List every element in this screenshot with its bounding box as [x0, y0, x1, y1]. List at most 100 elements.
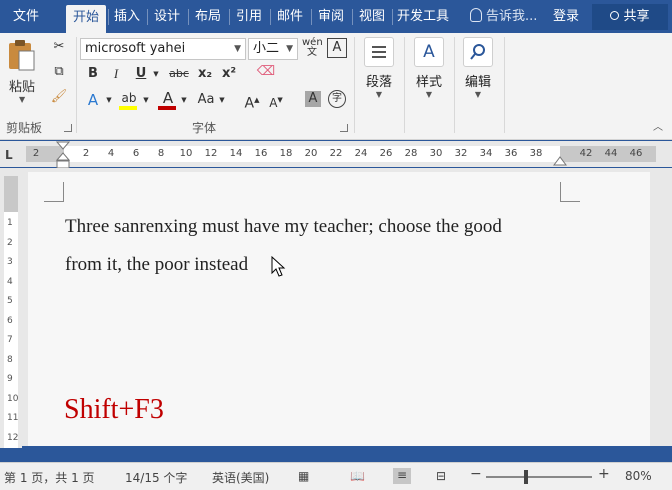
- editing-label: 编辑: [464, 75, 491, 90]
- tab-selector[interactable]: L: [5, 148, 13, 162]
- shrink-font-button[interactable]: A▼: [268, 91, 284, 112]
- word-count[interactable]: 14/15 个字: [125, 469, 187, 486]
- tab-design[interactable]: 设计: [150, 6, 184, 28]
- language-indicator[interactable]: 英语(美国): [212, 469, 269, 486]
- zoom-slider-thumb[interactable]: [524, 470, 528, 484]
- ruler-tick-label: 11: [7, 413, 19, 423]
- text-effects-icon[interactable]: A: [84, 91, 102, 109]
- macro-record-icon[interactable]: ▦: [298, 469, 309, 483]
- dialog-launcher-icon[interactable]: [340, 124, 348, 132]
- highlight-icon[interactable]: ab: [119, 89, 139, 110]
- superscript-button[interactable]: x²: [219, 65, 239, 83]
- tab-mailings[interactable]: 邮件: [273, 6, 307, 28]
- ruler-tick-label: 1: [7, 218, 13, 228]
- indent-marker-icon[interactable]: [56, 141, 70, 169]
- tab-home[interactable]: 开始: [66, 5, 106, 33]
- crop-mark: [44, 182, 64, 202]
- tab-separator: [392, 9, 393, 25]
- tab-file[interactable]: 文件: [6, 6, 46, 28]
- editing-button[interactable]: 编辑 ▼: [456, 37, 500, 99]
- ruler-tick-label: 6: [7, 315, 13, 326]
- document-line-2[interactable]: from it, the poor instead: [65, 254, 248, 276]
- group-divider: [504, 37, 505, 133]
- ruler-tick-label: 10: [179, 148, 193, 159]
- character-shading-button[interactable]: A: [305, 91, 321, 107]
- chevron-down-icon[interactable]: ▼: [217, 91, 227, 109]
- share-label: 共享: [623, 9, 650, 24]
- bold-button[interactable]: B: [84, 65, 102, 83]
- zoom-out-button[interactable]: −: [470, 466, 482, 482]
- chevron-down-icon: ▼: [474, 90, 482, 99]
- lightbulb-icon: [470, 8, 482, 22]
- ruler-tick-label: 20: [304, 148, 318, 159]
- character-border-icon[interactable]: A: [327, 38, 347, 58]
- clipboard-group-label: 剪贴板: [6, 121, 43, 135]
- right-indent-marker-icon[interactable]: [553, 153, 567, 167]
- zoom-in-button[interactable]: +: [598, 466, 610, 482]
- ruler-tick-label: 8: [7, 354, 13, 365]
- tab-references[interactable]: 引用: [232, 6, 266, 28]
- chevron-down-icon: ▼: [375, 90, 383, 99]
- sign-in-button[interactable]: 登录: [553, 6, 579, 28]
- underline-button[interactable]: U: [132, 65, 150, 83]
- ruler-tick-label: 46: [629, 148, 643, 159]
- zoom-slider[interactable]: [486, 470, 592, 484]
- font-size-combobox[interactable]: 小二 ▼: [248, 38, 298, 60]
- document-line-1[interactable]: Three sanrenxing must have my teacher; c…: [65, 216, 502, 238]
- tell-me-box[interactable]: 告诉我...: [470, 6, 537, 28]
- italic-button[interactable]: I: [107, 65, 125, 83]
- clear-formatting-icon[interactable]: ⌫: [256, 63, 276, 81]
- read-mode-icon[interactable]: 📖: [350, 469, 365, 483]
- tab-review[interactable]: 审阅: [314, 6, 348, 28]
- font-color-icon[interactable]: A: [158, 89, 178, 110]
- status-bar: 第 1 页，共 1 页 14/15 个字 英语(美国) ▦ 📖 ≡ ⊟ − + …: [0, 462, 672, 490]
- strikethrough-button[interactable]: abc: [168, 65, 190, 83]
- chevron-down-icon[interactable]: ▼: [104, 91, 114, 109]
- share-button[interactable]: 共享: [592, 4, 668, 30]
- tab-developer[interactable]: 开发工具: [394, 6, 452, 28]
- ruler-tick-label: 18: [279, 148, 293, 159]
- tab-view[interactable]: 视图: [355, 6, 389, 28]
- web-layout-icon[interactable]: ⊟: [436, 469, 446, 483]
- chevron-down-icon[interactable]: ▼: [179, 91, 189, 109]
- styles-button[interactable]: A 样式 ▼: [407, 37, 451, 99]
- zoom-level[interactable]: 80%: [625, 469, 652, 483]
- vertical-ruler[interactable]: 1 2 3 4 5 6 7 8 9 10 11 12: [0, 168, 22, 448]
- chevron-down-icon: ▼: [425, 90, 433, 99]
- tab-layout[interactable]: 布局: [191, 6, 225, 28]
- chevron-down-icon: ▼: [286, 44, 293, 54]
- chevron-down-icon: ▼: [234, 44, 241, 54]
- ruler-tick-label: 12: [7, 432, 19, 443]
- tab-separator: [147, 9, 148, 25]
- paragraph-button[interactable]: 段落 ▼: [357, 37, 401, 99]
- phonetic-guide-icon[interactable]: wén 文: [302, 38, 323, 58]
- vertical-scrollbar[interactable]: [656, 168, 672, 446]
- horizontal-ruler[interactable]: L 2 2 4 6 8 10 12 14 16 18 20 22 24 26 28 30 32 34 36 38 42 4…: [0, 141, 672, 169]
- tab-separator: [270, 9, 271, 25]
- document-page[interactable]: Three sanrenxing must have my teacher; c…: [28, 172, 650, 446]
- copy-icon[interactable]: ⧉: [49, 63, 69, 81]
- font-name-combobox[interactable]: microsoft yahei ▼: [80, 38, 246, 60]
- tab-separator: [188, 9, 189, 25]
- chevron-down-icon[interactable]: ▼: [151, 65, 161, 83]
- subscript-button[interactable]: x₂: [195, 65, 215, 83]
- chevron-down-icon[interactable]: ▼: [141, 91, 151, 109]
- crop-mark: [560, 182, 580, 202]
- paste-button[interactable]: 粘贴 ▼: [6, 39, 42, 113]
- cut-icon[interactable]: ✂: [49, 38, 69, 56]
- print-layout-icon[interactable]: ≡: [393, 468, 411, 484]
- grow-font-button[interactable]: A▲: [244, 91, 260, 113]
- ruler-tick-label: 4: [107, 148, 115, 159]
- format-painter-icon[interactable]: 🖌: [49, 88, 69, 106]
- tab-insert[interactable]: 插入: [110, 6, 144, 28]
- ruler-tick-label: 2: [7, 237, 13, 248]
- mouse-pointer-icon: [271, 256, 286, 277]
- paragraph-icon: [364, 37, 394, 67]
- dialog-launcher-icon[interactable]: [64, 124, 72, 132]
- change-case-button[interactable]: Aa: [195, 91, 217, 109]
- enclose-characters-button[interactable]: 字: [328, 90, 346, 108]
- collapse-ribbon-icon[interactable]: ︿: [650, 119, 666, 137]
- ruler-tick-label: 4: [7, 276, 13, 287]
- page-count[interactable]: 第 1 页，共 1 页: [4, 469, 95, 486]
- font-name-value: microsoft yahei: [85, 41, 186, 56]
